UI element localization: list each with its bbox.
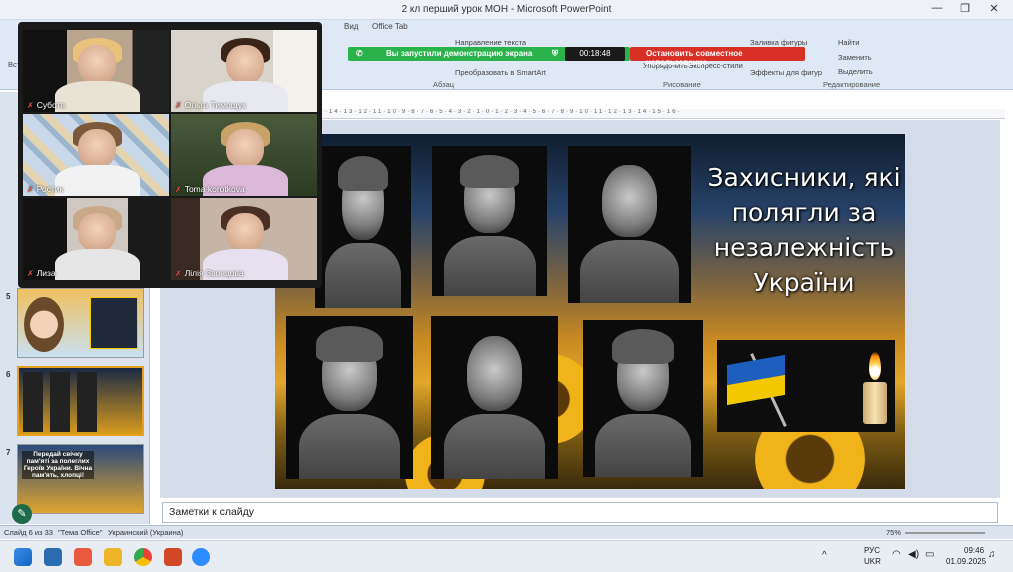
soldier-photo-6	[583, 320, 703, 477]
soldier-photo-2	[432, 146, 547, 296]
taskbar: ^ РУС UKR ◠ ◀) ▭ 09:46 01.09.2025 ♫	[0, 540, 1013, 572]
soldier-photo-5	[431, 316, 558, 479]
phone-icon: ✆	[356, 49, 363, 58]
mic-muted-icon: ✗	[175, 185, 182, 194]
maximize-button[interactable]: ❐	[952, 2, 978, 15]
soldier-photo-4	[286, 316, 413, 479]
replace-button[interactable]: Заменить	[838, 53, 872, 62]
slide-7-text: Передай свічку пам'яті за полеглих Герої…	[22, 451, 94, 479]
language-status: Украинский (Украина)	[108, 528, 184, 537]
close-button[interactable]: ✕	[981, 2, 1007, 15]
share-message: Вы запустили демонстрацию экрана	[386, 49, 533, 58]
flag-candle-image	[717, 340, 895, 432]
mic-muted-icon: ✗	[175, 101, 182, 110]
soldier-photo-3	[568, 146, 691, 303]
participant-tile[interactable]: ✗ Субота	[23, 30, 169, 112]
tab-view[interactable]: Вид	[344, 22, 358, 31]
soldier-photo-1	[315, 146, 411, 308]
taskbar-app-icon[interactable]	[74, 548, 92, 566]
participant-name: Лілія Звонцова	[184, 268, 244, 278]
candle-flame-icon	[869, 352, 881, 380]
ukraine-flag-icon	[727, 354, 785, 406]
slide-canvas: Захисники, які полягли за незалежність У…	[275, 134, 905, 489]
input-language-2[interactable]: UKR	[864, 557, 881, 566]
video-gallery[interactable]: ✗ Субота ✗ Ольга Тимощук ✗ Ростик ✗ Toma kor…	[18, 22, 322, 288]
theme-name: "Тема Office"	[58, 528, 103, 537]
minimize-button[interactable]: —	[924, 2, 950, 14]
slide-number: 6	[6, 370, 11, 379]
mic-muted-icon: ✗	[27, 269, 34, 278]
slide-counter: Слайд 6 из 33	[4, 528, 53, 537]
chevron-up-icon[interactable]: ^	[822, 550, 827, 561]
candle-icon	[863, 382, 887, 424]
windows-start-icon[interactable]	[14, 548, 32, 566]
group-paragraph-label: Абзац	[433, 80, 455, 89]
select-button[interactable]: Выделить	[838, 67, 873, 76]
pen-icon[interactable]: ✎	[12, 504, 32, 524]
participant-tile[interactable]: ✗ Toma korotkova	[171, 114, 317, 196]
clock-time[interactable]: 09:46	[964, 546, 984, 555]
text-card	[90, 297, 138, 349]
tab-office-tab[interactable]: Office Tab	[372, 22, 408, 31]
share-timer[interactable]: 00:18:48	[565, 47, 625, 61]
group-drawing-label: Рисование	[663, 80, 701, 89]
shield-icon: ⛨	[552, 49, 558, 58]
mic-muted-icon: ✗	[27, 185, 34, 194]
folder-icon[interactable]	[104, 548, 122, 566]
chrome-icon[interactable]	[134, 548, 152, 566]
mic-muted-icon: ✗	[175, 269, 182, 278]
battery-icon[interactable]: ▭	[925, 549, 934, 560]
participant-name: Лиза	[36, 268, 56, 278]
volume-icon[interactable]: ◀)	[908, 549, 919, 560]
slide-thumbnail-7[interactable]: Передай свічку пам'яті за полеглих Герої…	[17, 444, 144, 514]
input-language-1[interactable]: РУС	[864, 546, 880, 555]
stop-share-button[interactable]: Остановить совместное использование	[630, 47, 805, 67]
participant-name: Ольга Тимощук	[184, 100, 246, 110]
slide-thumbnail-6[interactable]	[17, 366, 144, 436]
slide-thumbnail-5[interactable]	[17, 288, 144, 358]
wifi-icon[interactable]: ◠	[892, 549, 901, 560]
girl-illustration	[24, 297, 64, 352]
shape-fill-button[interactable]: Заливка фигуры	[750, 38, 807, 47]
zoom-level[interactable]: 75%	[886, 528, 901, 537]
taskbar-app-icon[interactable]	[44, 548, 62, 566]
group-editing-label: Редактирование	[823, 80, 881, 89]
window-titlebar: 2 кл перший урок МОН - Microsoft PowerPo…	[0, 0, 1013, 20]
convert-smartart-button[interactable]: Преобразовать в SmartArt	[455, 68, 546, 77]
window-title: 2 кл перший урок МОН - Microsoft PowerPo…	[401, 4, 612, 15]
participant-name: Ростик	[36, 184, 64, 194]
participant-name: Toma korotkova	[184, 184, 245, 194]
bell-icon[interactable]: ♫	[988, 549, 996, 560]
shape-effects-button[interactable]: Эффекты для фигур	[750, 68, 822, 77]
slide-title: Захисники, які полягли за незалежність У…	[707, 163, 901, 297]
find-button[interactable]: Найти	[838, 38, 859, 47]
participant-name: Субота	[36, 100, 66, 110]
mic-muted-icon: ✗	[27, 101, 34, 110]
zoom-slider[interactable]	[905, 532, 985, 534]
participant-tile[interactable]: ✗ Ольга Тимощук	[171, 30, 317, 112]
status-bar: Слайд 6 из 33 "Тема Office" Украинский (…	[0, 525, 1013, 539]
photo-grid	[23, 372, 103, 432]
powerpoint-icon[interactable]	[164, 548, 182, 566]
participant-tile[interactable]: ✗ Лиза	[23, 198, 169, 280]
slide-number: 5	[6, 292, 11, 301]
slide-number: 7	[6, 448, 11, 457]
text-direction-button[interactable]: Направление текста	[455, 38, 526, 47]
clock-date[interactable]: 01.09.2025	[946, 557, 986, 566]
zoom-app-icon[interactable]	[192, 548, 210, 566]
participant-tile-active[interactable]: ✗ Ростик	[23, 114, 169, 196]
slide-notes[interactable]: Заметки к слайду	[162, 502, 998, 523]
participant-tile[interactable]: ✗ Лілія Звонцова	[171, 198, 317, 280]
